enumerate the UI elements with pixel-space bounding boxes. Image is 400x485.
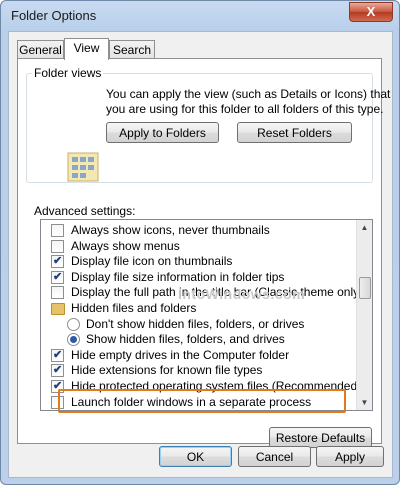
advanced-setting-label: Show hidden files, folders, and drives xyxy=(86,332,285,347)
tab-view[interactable]: View xyxy=(64,38,109,60)
advanced-settings-list[interactable]: Always show icons, never thumbnails Alway… xyxy=(40,219,373,411)
description-line-1: You can apply the view (such as Details … xyxy=(106,87,391,101)
apply-to-folders-button[interactable]: Apply to Folders xyxy=(106,122,219,143)
radio-button[interactable] xyxy=(67,333,80,347)
advanced-setting-label: Always show menus xyxy=(71,238,180,253)
advanced-setting-label: Always show icons, never thumbnails xyxy=(71,223,270,237)
advanced-setting-label: Hide empty drives in the Computer folder xyxy=(71,347,290,362)
folder-views-description: You can apply the view (such as Details … xyxy=(106,87,390,117)
watermark: IntoWindows.com xyxy=(178,286,306,302)
cancel-button[interactable]: Cancel xyxy=(238,446,311,467)
ok-button[interactable]: OK xyxy=(159,446,232,467)
checkmark-icon: ✔ xyxy=(53,348,63,361)
title-bar[interactable]: Folder Options X xyxy=(1,1,399,31)
checkbox[interactable] xyxy=(51,286,64,300)
checkbox[interactable]: ✔ xyxy=(51,348,64,362)
tab-search[interactable]: Search xyxy=(109,40,155,59)
checkbox[interactable]: ✔ xyxy=(51,270,64,284)
advanced-settings-label: Advanced settings: xyxy=(34,204,136,218)
folder-views-label: Folder views xyxy=(32,66,104,80)
advanced-setting-label: Display file size information in folder … xyxy=(71,269,285,284)
window-title: Folder Options xyxy=(11,8,97,23)
radio-button[interactable] xyxy=(67,317,80,331)
radio-dot-icon xyxy=(70,336,77,344)
description-line-2: you are using for this folder to all fol… xyxy=(106,102,384,116)
checkmark-icon: ✔ xyxy=(53,270,63,283)
advanced-setting-label: Don't show hidden files, folders, or dri… xyxy=(86,316,305,331)
advanced-setting-label: Hide extensions for known file types xyxy=(71,363,263,378)
close-button[interactable]: X xyxy=(349,2,393,22)
checkbox[interactable]: ✔ xyxy=(51,364,64,378)
reset-folders-button[interactable]: Reset Folders xyxy=(237,122,352,143)
dialog-client: General View Search Folder views You can… xyxy=(8,31,393,478)
tab-general[interactable]: General xyxy=(17,40,64,59)
scrollbar-thumb[interactable] xyxy=(359,277,371,299)
checkbox[interactable]: ✔ xyxy=(51,255,64,269)
scroll-up-arrow-icon[interactable]: ▲ xyxy=(357,220,372,235)
checkbox[interactable] xyxy=(51,239,64,253)
folder-icon xyxy=(51,303,65,315)
vertical-scrollbar[interactable]: ▲ ▼ xyxy=(356,220,372,410)
checkbox[interactable] xyxy=(51,224,64,237)
advanced-setting-label: Hidden files and folders xyxy=(71,301,197,315)
folder-view-icon xyxy=(67,152,99,182)
scroll-down-arrow-icon[interactable]: ▼ xyxy=(357,395,372,410)
apply-button[interactable]: Apply xyxy=(316,446,384,467)
advanced-setting-label: Display file icon on thumbnails xyxy=(71,254,233,269)
restore-defaults-button[interactable]: Restore Defaults xyxy=(269,427,372,448)
checkmark-icon: ✔ xyxy=(53,364,63,377)
highlight-box xyxy=(58,389,346,413)
folder-options-window: Folder Options X General View Search Fol… xyxy=(0,0,400,485)
view-tab-panel: Folder views You can apply the view (suc… xyxy=(17,58,390,448)
checkmark-icon: ✔ xyxy=(53,255,63,268)
